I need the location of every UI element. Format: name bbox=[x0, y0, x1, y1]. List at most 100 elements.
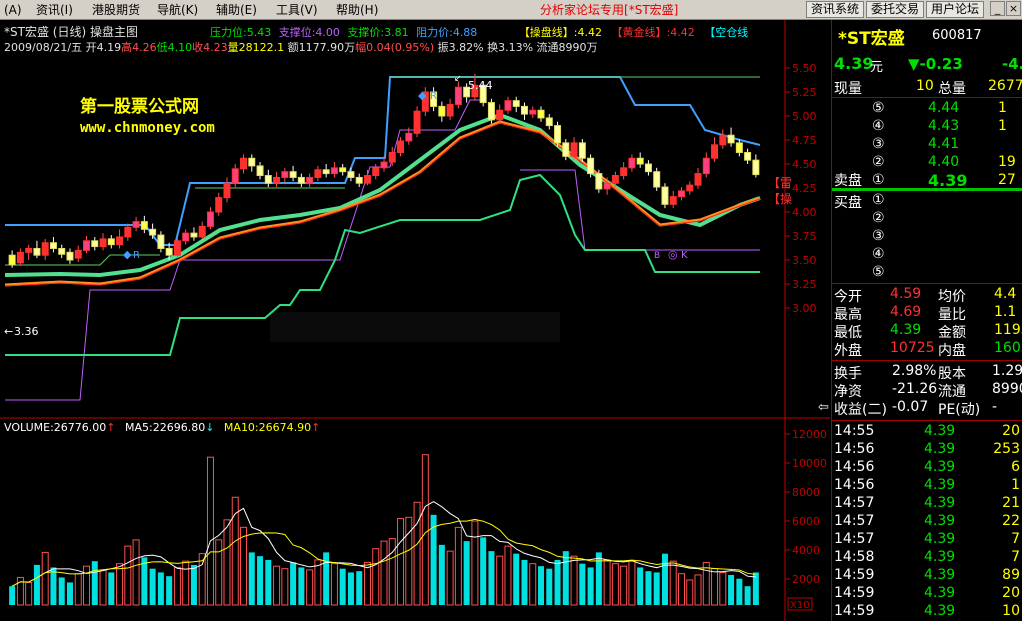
vol-axis-label: 12000 bbox=[792, 428, 827, 441]
marker-r-2: R bbox=[430, 91, 437, 102]
candle-down bbox=[190, 232, 198, 238]
volume-bar-down bbox=[33, 564, 40, 605]
trade-button[interactable]: 委托交易 bbox=[866, 1, 925, 18]
kline-chart[interactable]: 5.50 5.25 5.00 4.75 4.50 4.25 4.00 3.75 3.50 3.25… bbox=[0, 20, 830, 621]
candle-down bbox=[140, 221, 148, 230]
tick-price: 4.39 bbox=[924, 423, 956, 439]
volume-bar-down bbox=[257, 556, 264, 605]
volume-bar-up bbox=[496, 555, 504, 606]
legend-resist-price: 阻力价:4.88 bbox=[416, 26, 478, 39]
vol-unit-label: X10 bbox=[790, 600, 810, 611]
news-system-button[interactable]: 资讯系统 bbox=[806, 1, 865, 18]
menu-item-navigate[interactable]: 导航(K) bbox=[157, 2, 198, 18]
stat-label: 股本 bbox=[938, 366, 966, 382]
legend-support-price: 支撑价:3.81 bbox=[347, 26, 409, 39]
volume-bar-up bbox=[694, 574, 702, 606]
buy-label: 买盘 bbox=[834, 195, 862, 211]
volume-bar-up bbox=[686, 579, 694, 606]
candle-up bbox=[496, 109, 504, 121]
forum-button[interactable]: 用户论坛 bbox=[926, 1, 985, 18]
stat-value: 8990 bbox=[992, 381, 1022, 397]
volume-bar-up bbox=[314, 559, 322, 606]
volume-bar-up bbox=[306, 569, 314, 606]
volume-bar-down bbox=[752, 572, 759, 605]
volume-bar-up bbox=[124, 545, 132, 606]
candle-up bbox=[25, 247, 33, 253]
menu-item-tools[interactable]: 工具(V) bbox=[276, 2, 318, 18]
volume-bar-up bbox=[99, 569, 107, 606]
stat-label: 外盘 bbox=[834, 343, 862, 359]
volume-bar-up bbox=[628, 560, 636, 606]
stat-label: 收益(二) bbox=[834, 402, 887, 418]
candle-down bbox=[58, 247, 66, 255]
indicator-name: 操盘主图 bbox=[89, 25, 138, 39]
volume-bar-down bbox=[744, 586, 751, 605]
menu-item-a[interactable]: (A) bbox=[4, 2, 22, 18]
candle-up bbox=[231, 168, 239, 184]
up-arrow-icon: ↑ bbox=[311, 421, 321, 434]
price-axis-label: 4.00 bbox=[792, 206, 817, 219]
stat-label: PE(动) bbox=[938, 402, 981, 418]
volume-bar-up bbox=[620, 565, 628, 606]
ma10-value: MA10:26674.90 bbox=[223, 421, 312, 434]
ask-volume: 19 bbox=[998, 154, 1016, 170]
volume-bar-down bbox=[108, 572, 115, 605]
menu-item-info[interactable]: 资讯(I) bbox=[36, 2, 73, 18]
divider bbox=[832, 360, 1022, 361]
tick-price: 4.39 bbox=[924, 585, 956, 601]
volume-bar-up bbox=[273, 565, 281, 606]
candle-up bbox=[711, 144, 719, 159]
marker-r-1: R bbox=[133, 250, 140, 261]
menu-item-hk-futures[interactable]: 港股期货 bbox=[92, 2, 140, 18]
panel-toggle-icon[interactable]: ⇦ bbox=[818, 400, 829, 415]
candle-down bbox=[487, 102, 495, 121]
candle-up bbox=[182, 232, 190, 242]
menu-item-assist[interactable]: 辅助(E) bbox=[216, 2, 257, 18]
candle-down bbox=[297, 176, 305, 184]
ask-price: 4.44 bbox=[928, 100, 960, 116]
volume-bar-up bbox=[677, 573, 685, 606]
volume-bar-down bbox=[58, 577, 65, 605]
high-price-label: 5.44 bbox=[468, 79, 493, 92]
vol-axis-label: 2000 bbox=[792, 573, 820, 586]
stat-value: 2.98% bbox=[892, 363, 937, 379]
info-vol: 量28122.1 bbox=[227, 41, 285, 54]
quote-panel: *ST宏盛 600817 4.39 元 ▼-0.23 -4. 现量 10 总量 … bbox=[831, 20, 1022, 621]
volume-bar-down bbox=[645, 571, 652, 605]
price-axis-label: 4.75 bbox=[792, 134, 817, 147]
chart-title: *ST宏盛 (日线) 操盘主图 bbox=[4, 23, 138, 40]
candle-up bbox=[173, 240, 181, 256]
minimize-icon[interactable]: _ bbox=[990, 1, 1005, 16]
info-change: 幅0.04(0.95%) bbox=[355, 41, 435, 54]
candle-down bbox=[578, 142, 586, 159]
stat-label: 量比 bbox=[938, 307, 966, 323]
close-icon[interactable]: × bbox=[1006, 1, 1021, 16]
price-axis-label: 5.50 bbox=[792, 62, 817, 75]
info-date: 2009/08/21/五 bbox=[4, 41, 83, 54]
tick-volume: 22 bbox=[1002, 513, 1020, 529]
volume-bar-down bbox=[9, 586, 16, 605]
ask-level-5: ⑤ bbox=[872, 100, 885, 116]
volume-ma5-line bbox=[11, 500, 756, 587]
candle-down bbox=[149, 228, 157, 236]
volume-bar-up bbox=[182, 560, 190, 606]
vol-axis-label: 4000 bbox=[792, 544, 820, 557]
indicator-legend: 压力位:5.43 支撑位:4.00 支撑价:3.81 阻力价:4.88 【操盘线… bbox=[210, 24, 748, 40]
legend-empty-line: 【空仓线 bbox=[704, 26, 749, 39]
tick-time: 14:56 bbox=[834, 441, 875, 457]
candle-up bbox=[702, 157, 710, 175]
candle-up bbox=[504, 100, 512, 111]
candle-down bbox=[66, 251, 74, 261]
volume-bar-up bbox=[570, 555, 578, 606]
price-axis-label: 4.50 bbox=[792, 158, 817, 171]
menu-item-help[interactable]: 帮助(H) bbox=[336, 2, 378, 18]
candle-down bbox=[545, 117, 553, 127]
watermark-url: www.chnmoney.com bbox=[80, 120, 215, 136]
price-axis-label: 5.00 bbox=[792, 110, 817, 123]
volume-bar-down bbox=[463, 541, 470, 605]
volume-bar-down bbox=[488, 551, 495, 605]
candle-up bbox=[273, 176, 281, 184]
volume-bar-down bbox=[157, 572, 164, 605]
stat-label: 最低 bbox=[834, 325, 862, 341]
stat-label: 最高 bbox=[834, 307, 862, 323]
